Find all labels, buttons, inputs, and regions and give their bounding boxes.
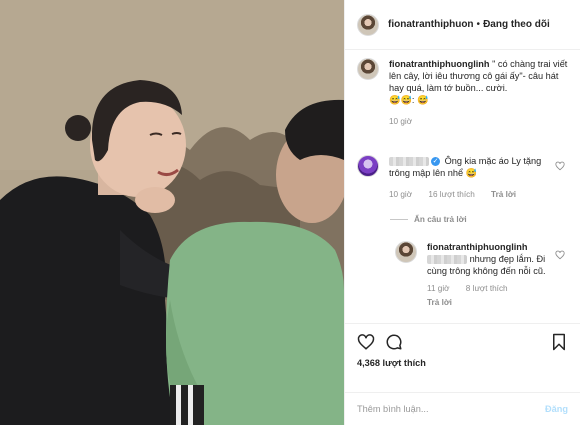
caption-username[interactable]: fionatranthiphuonglinh: [389, 59, 490, 69]
comment: ✓ Ông kia mặc áo Ly tặng trông mập lên n…: [357, 155, 553, 201]
post-photo[interactable]: [0, 0, 344, 425]
comment-likes[interactable]: 16 lượt thích: [428, 190, 474, 199]
header-separator: •: [476, 19, 481, 30]
comment-bubble-icon[interactable]: [385, 333, 403, 351]
hide-replies-toggle[interactable]: Ẩn câu trả lời: [390, 215, 467, 224]
instagram-post: fionatranthiphuon • Đang theo dõi fionat…: [0, 0, 580, 425]
caption-emoji-line: 😅😅: 😅: [389, 95, 429, 105]
reply-likes[interactable]: 8 lượt thích: [466, 284, 508, 293]
commenter-avatar[interactable]: [357, 155, 379, 177]
comment-meta: 10 giờ 16 lượt thích Trả lời: [389, 189, 553, 201]
likes-count[interactable]: 4,368 lượt thích: [357, 358, 426, 368]
reply-username[interactable]: fionatranthiphuonglinh: [427, 242, 528, 252]
author-username[interactable]: fionatranthiphuon: [388, 19, 474, 30]
add-comment-input[interactable]: [357, 404, 546, 414]
verified-badge-icon: ✓: [431, 157, 440, 167]
post-actions: 4,368 lượt thích: [345, 323, 580, 383]
author-avatar[interactable]: [357, 13, 379, 36]
commenter-username-blurred[interactable]: [389, 157, 429, 167]
reply: fionatranthiphuonglinh nhưng đẹp lắm. Đi…: [395, 241, 555, 309]
hide-replies-line: [390, 219, 408, 221]
reply-reply-button[interactable]: Trả lời: [427, 298, 452, 307]
like-heart-icon[interactable]: [357, 333, 375, 351]
comment-reply-button[interactable]: Trả lời: [491, 190, 516, 199]
reply-mention-blurred[interactable]: [427, 255, 467, 265]
post-side-panel: fionatranthiphuon • Đang theo dõi fionat…: [344, 0, 580, 425]
caption-time[interactable]: 10 giờ: [389, 117, 412, 126]
reply-meta: 11 giờ 8 lượt thích: [427, 283, 555, 295]
reply-meta-2: Trả lời: [427, 297, 555, 309]
caption-avatar[interactable]: [357, 58, 379, 80]
caption: fionatranthiphuonglinh " có chàng trai v…: [357, 58, 569, 128]
caption-body: fionatranthiphuonglinh " có chàng trai v…: [389, 58, 569, 128]
save-bookmark-icon[interactable]: [550, 333, 568, 351]
hide-replies-label[interactable]: Ẩn câu trả lời: [414, 215, 467, 224]
comment-like-heart-icon[interactable]: [555, 161, 565, 171]
post-header: fionatranthiphuon • Đang theo dõi: [345, 0, 580, 50]
photo-illustration: [0, 0, 344, 425]
comments-list[interactable]: fionatranthiphuonglinh " có chàng trai v…: [345, 51, 580, 323]
following-button[interactable]: Đang theo dõi: [483, 19, 550, 30]
reply-avatar[interactable]: [395, 241, 417, 263]
comment-time[interactable]: 10 giờ: [389, 190, 412, 199]
reply-time[interactable]: 11 giờ: [427, 284, 450, 293]
caption-meta: 10 giờ: [389, 116, 569, 128]
comment-body: ✓ Ông kia mặc áo Ly tặng trông mập lên n…: [389, 155, 553, 201]
add-comment-bar: Đăng: [345, 392, 580, 425]
post-comment-button[interactable]: Đăng: [545, 404, 568, 414]
reply-body: fionatranthiphuonglinh nhưng đẹp lắm. Đi…: [427, 241, 555, 309]
reply-like-heart-icon[interactable]: [555, 250, 565, 260]
